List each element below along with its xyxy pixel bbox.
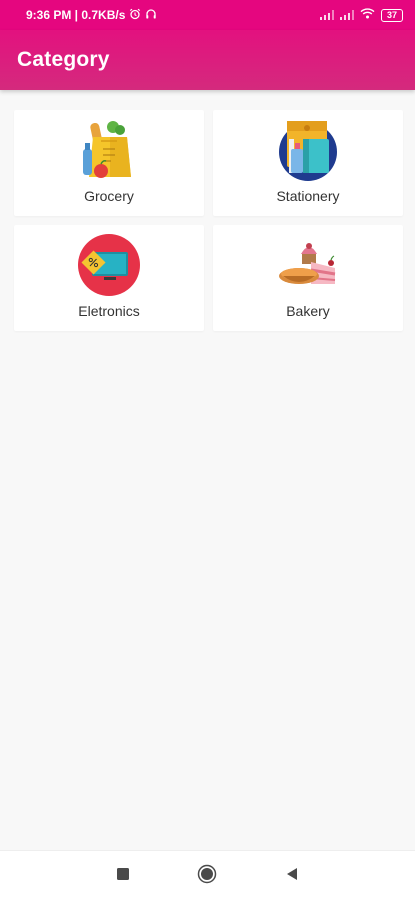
- grocery-bag-icon: [76, 118, 142, 182]
- signal-icon-2: [340, 10, 354, 20]
- category-card-stationery[interactable]: Stationery: [213, 110, 403, 216]
- home-button[interactable]: [197, 864, 217, 885]
- circle-icon: [197, 864, 217, 889]
- square-icon: [116, 867, 130, 886]
- app-bar: Category: [0, 30, 415, 90]
- page-title: Category: [17, 48, 110, 71]
- category-label: Eletronics: [78, 303, 140, 319]
- stationery-icon: [275, 118, 341, 182]
- status-left: 9:36 PM | 0.7KB/s: [26, 8, 157, 23]
- category-card-electronics[interactable]: Eletronics: [14, 225, 204, 331]
- category-label: Bakery: [286, 303, 330, 319]
- headphones-icon: [145, 8, 157, 23]
- status-time-speed: 9:36 PM | 0.7KB/s: [26, 8, 126, 22]
- wifi-icon: [360, 8, 375, 22]
- status-right: 37: [320, 8, 403, 22]
- category-label: Grocery: [84, 188, 134, 204]
- bakery-cake-icon: [275, 233, 341, 297]
- category-card-grocery[interactable]: Grocery: [14, 110, 204, 216]
- battery-icon: 37: [381, 8, 403, 22]
- category-label: Stationery: [276, 188, 340, 204]
- navigation-bar: [0, 850, 415, 901]
- back-button[interactable]: [283, 867, 301, 885]
- recent-apps-button[interactable]: [114, 867, 132, 885]
- electronics-tv-icon: [76, 233, 142, 297]
- category-card-bakery[interactable]: Bakery: [213, 225, 403, 331]
- triangle-back-icon: [285, 867, 299, 886]
- alarm-icon: [129, 8, 141, 23]
- signal-icon: [320, 10, 334, 20]
- status-bar: 9:36 PM | 0.7KB/s 37: [0, 0, 415, 30]
- category-grid: Grocery Stationery Eletronics Bakery: [14, 110, 403, 331]
